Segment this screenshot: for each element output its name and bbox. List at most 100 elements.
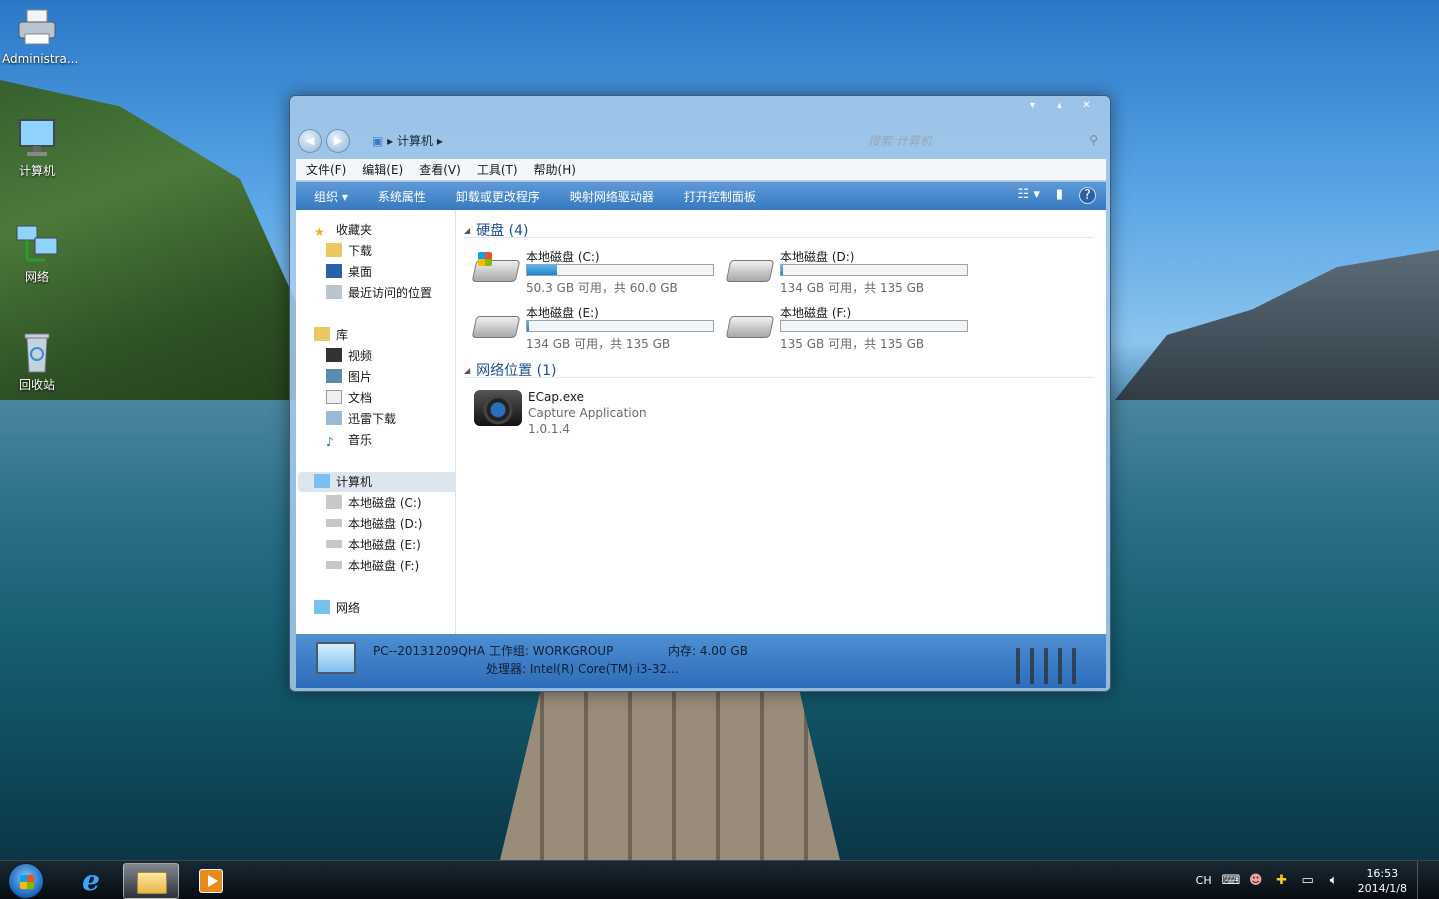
plus-badge-icon[interactable]: ✚ [1274,873,1290,889]
drive-tile-d[interactable]: 本地磁盘 (D:) 134 GB 可用，共 135 GB [724,248,974,298]
organize-button[interactable]: 组织 ▾ [314,188,348,205]
language-indicator[interactable]: CH [1196,874,1212,887]
command-bar: 组织 ▾ 系统属性 卸载或更改程序 映射网络驱动器 打开控制面板 ☷ ▾ ▮ ? [296,182,1106,210]
drive-usage-bar [780,320,968,332]
desktop-icon-computer[interactable]: 计算机 [2,116,72,179]
search-input[interactable]: 搜索 计算机 [858,130,1103,152]
taskbar-internet-explorer[interactable]: e [62,863,118,899]
clock[interactable]: 16:53 2014/1/8 [1358,866,1407,896]
desktop-icon-label: 计算机 [18,164,55,178]
music-icon: ♪ [326,435,334,449]
system-drive-icon [326,495,342,509]
explorer-window[interactable]: ▾ ▴ ✕ ◀ ▶ ▣ ▸ 计算机 ▸ 搜索 计算机 ⚲ 文件(F) 编辑(E)… [289,95,1111,692]
windows-logo-icon [478,252,492,266]
clock-date: 2014/1/8 [1357,881,1407,895]
map-network-drive-button[interactable]: 映射网络驱动器 [570,188,654,205]
folder-icon [137,872,167,894]
hard-drive-icon [725,260,775,282]
menu-file[interactable]: 文件(F) [306,161,346,178]
network-small-icon [314,600,330,614]
taskbar-media-player[interactable] [183,863,239,899]
wallpaper-dock [500,690,840,860]
breadcrumb-computer[interactable]: 计算机 [397,134,433,148]
wallpaper-cliff [1099,250,1439,420]
nav-computer[interactable]: 计算机 [298,472,456,492]
nav-libraries[interactable]: 库 [314,325,472,345]
collapse-triangle-icon: ◢ [464,226,471,235]
windows-logo-icon [20,875,34,889]
menu-help[interactable]: 帮助(H) [534,161,576,178]
desktop-icon [326,264,342,278]
picture-icon [326,369,342,383]
group-header-hdd[interactable]: ◢ 硬盘 (4) [464,220,1094,239]
desktop-icon-recycle-bin[interactable]: 回收站 [2,330,72,393]
network-item-ecap[interactable]: ECap.exe Capture Application 1.0.1.4 [466,390,766,438]
maximize-button[interactable]: ▴ [1046,98,1073,114]
recycle-bin-icon [24,333,50,373]
menu-tools[interactable]: 工具(T) [477,161,518,178]
uninstall-program-button[interactable]: 卸载或更改程序 [456,188,540,205]
drive-usage-bar [780,264,968,276]
network-icon [16,225,58,262]
taskbar: e CH ⌨ ☻ ✚ ▭ 🔈︎ 16:53 2014/1/8 [0,860,1439,899]
back-button[interactable]: ◀ [298,129,322,153]
forward-button[interactable]: ▶ [326,129,350,153]
clock-time: 16:53 [1366,866,1399,880]
star-icon: ★ [314,225,325,239]
minimize-button[interactable]: ▾ [1019,98,1046,114]
navigation-pane: ★收藏夹 下载 桌面 最近访问的位置 库 视频 图片 文档 迅雷下载 ♪音乐 [296,210,456,634]
show-desktop-button[interactable] [1417,861,1429,899]
drive-tile-c[interactable]: 本地磁盘 (C:) 50.3 GB 可用，共 60.0 GB [470,248,720,298]
breadcrumb-chevron-icon: ▸ [436,134,443,148]
video-icon [326,348,342,362]
camera-icon [474,390,522,426]
menu-edit[interactable]: 编辑(E) [362,161,403,178]
document-icon [326,390,342,404]
download-folder-icon [326,243,342,257]
network-tray-icon[interactable]: ▭ [1300,873,1316,889]
close-button[interactable]: ✕ [1073,98,1100,114]
memory-info: 内存: 4.00 GB [668,644,748,658]
nav-favorites[interactable]: ★ 收藏夹 [314,220,472,240]
drive-icon [326,540,342,548]
drive-tile-f[interactable]: 本地磁盘 (F:) 135 GB 可用，共 135 GB [724,304,974,354]
pier-decoration [1016,648,1086,684]
view-options-icon[interactable]: ☷ ▾ [1018,187,1040,204]
processor-info: 处理器: Intel(R) Core(TM) i3-32... [486,662,679,676]
desktop-icon-label: 网络 [24,270,49,284]
drive-icon [326,519,342,527]
desktop-icon-network[interactable]: 网络 [2,222,72,285]
volume-icon[interactable]: 🔈︎ [1326,873,1342,889]
menu-view[interactable]: 查看(V) [419,161,461,178]
address-bar[interactable]: ▣ ▸ 计算机 ▸ [364,130,834,152]
navigation-row: ◀ ▶ ▣ ▸ 计算机 ▸ 搜索 计算机 ⚲ [298,129,1104,153]
toolbar-right: ☷ ▾ ▮ ? [1018,187,1096,204]
caption-buttons: ▾ ▴ ✕ [1019,98,1100,114]
drive-tile-e[interactable]: 本地磁盘 (E:) 134 GB 可用，共 135 GB [470,304,720,354]
drive-icon [326,561,342,569]
users-icon[interactable]: ☻ [1248,873,1264,889]
help-icon[interactable]: ? [1079,187,1096,204]
taskbar-explorer[interactable] [123,863,179,899]
recent-places-icon [326,285,342,299]
system-properties-button[interactable]: 系统属性 [378,188,426,205]
computer-small-icon [314,474,330,488]
desktop-icon-label: Administra... [2,52,79,66]
preview-pane-icon[interactable]: ▮ [1056,187,1063,204]
system-tray: CH ⌨ ☻ ✚ ▭ 🔈︎ 16:53 2014/1/8 [1196,861,1429,899]
content-pane: ◢ 硬盘 (4) 本地磁盘 (C:) 50.3 GB 可用，共 60.0 GB 本… [456,210,1106,634]
nav-network[interactable]: 网络 [314,598,472,618]
keyboard-icon[interactable]: ⌨ [1222,873,1241,889]
start-button[interactable] [8,863,44,899]
details-pane: PC--20131209QHA 工作组: WORKGROUP 处理器: Inte… [296,634,1106,688]
media-player-icon [199,869,223,893]
computer-icon [19,119,55,156]
computer-name-workgroup: PC--20131209QHA 工作组: WORKGROUP [373,644,614,658]
collapse-triangle-icon: ◢ [464,366,471,375]
group-header-network[interactable]: ◢ 网络位置 (1) [464,360,1094,379]
computer-icon [316,642,356,674]
open-control-panel-button[interactable]: 打开控制面板 [684,188,756,205]
desktop-icon-printer[interactable]: Administra... [2,6,78,66]
menu-bar: 文件(F) 编辑(E) 查看(V) 工具(T) 帮助(H) [296,159,1106,181]
computer-small-icon: ▣ [372,134,384,148]
